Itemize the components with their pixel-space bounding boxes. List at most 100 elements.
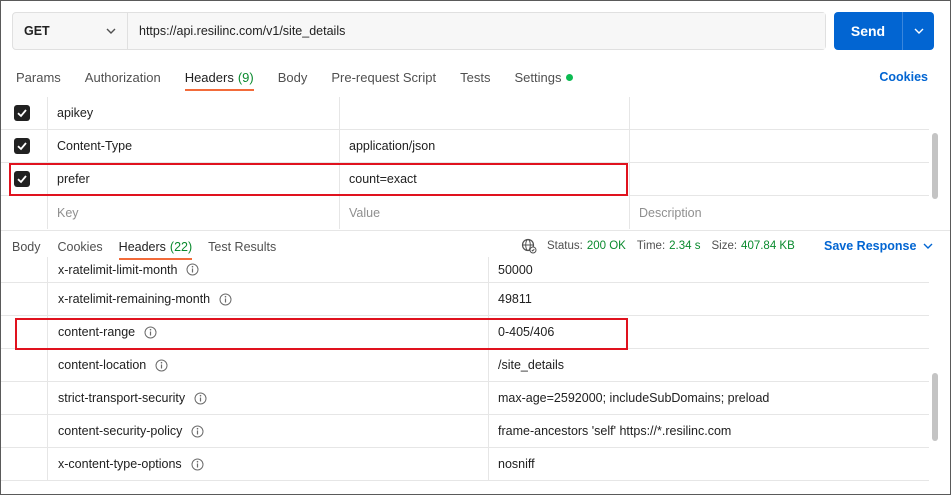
tab-label: Pre-request Script (331, 69, 437, 85)
save-response-label: Save Response (824, 239, 917, 253)
tab-label: Body (12, 239, 41, 254)
request-headers-table: apikey Content-Type application/json pre… (1, 97, 929, 229)
response-header-value: nosniff (498, 457, 535, 471)
send-button-group: Send (834, 12, 934, 50)
chevron-down-icon (923, 243, 933, 249)
response-header-value: 50000 (498, 262, 533, 277)
checkbox-cell (1, 97, 48, 129)
header-key-text: content-location (58, 358, 147, 372)
response-header-key: x-ratelimit-limit-month (48, 257, 489, 282)
header-key-cell[interactable]: apikey (48, 97, 340, 129)
response-header-key: content-location (48, 349, 489, 381)
method-select[interactable]: GET (13, 13, 128, 49)
tab-headers[interactable]: Headers (9) (184, 59, 254, 95)
time-value: 2.34 s (669, 240, 701, 252)
tab-label: Headers (118, 239, 166, 254)
globe-network-icon[interactable] (521, 238, 537, 254)
table-row: x-ratelimit-limit-month 50000 (1, 257, 929, 283)
response-header-value: 49811 (498, 292, 532, 306)
tab-tests[interactable]: Tests (460, 59, 490, 95)
new-description-input[interactable]: Description (630, 196, 929, 229)
row-gutter (1, 382, 48, 414)
row-gutter (1, 448, 48, 480)
header-key-text: strict-transport-security (58, 391, 186, 405)
row-gutter (1, 415, 48, 447)
header-key-text: content-range (58, 325, 136, 339)
table-row: content-security-policy frame-ancestors … (1, 415, 929, 448)
header-description-cell[interactable] (630, 97, 929, 129)
header-key-cell[interactable]: prefer (48, 163, 340, 195)
header-value-cell[interactable]: application/json (340, 130, 630, 162)
tab-params[interactable]: Params (16, 59, 61, 95)
response-header-key: strict-transport-security (48, 382, 489, 414)
table-row: x-ratelimit-remaining-month 49811 (1, 283, 929, 316)
info-icon[interactable] (191, 425, 204, 438)
tab-count: (22) (169, 239, 193, 254)
request-tabs: Params Authorization Headers (9) Body Pre… (1, 59, 950, 95)
time-label: Time: (636, 240, 666, 252)
info-icon[interactable] (186, 263, 199, 276)
request-bar: GET https://api.resilinc.com/v1/site_det… (12, 12, 826, 50)
header-value-cell[interactable] (340, 97, 630, 129)
new-key-input[interactable]: Key (48, 196, 340, 229)
tab-label: Settings (514, 69, 562, 85)
response-header-key: x-content-type-options (48, 448, 489, 480)
send-button[interactable]: Send (834, 12, 902, 50)
info-icon[interactable] (194, 392, 207, 405)
row-gutter (1, 349, 48, 381)
tab-label: Params (16, 69, 61, 85)
header-key-cell[interactable]: Content-Type (48, 130, 340, 162)
method-label: GET (24, 24, 50, 38)
response-header-value: 0-405/406 (498, 325, 555, 339)
request-headers-scrollbar[interactable] (932, 97, 940, 230)
tab-settings[interactable]: Settings (514, 59, 574, 95)
send-options-button[interactable] (902, 12, 934, 50)
table-row: strict-transport-security max-age=259200… (1, 382, 929, 415)
info-icon[interactable] (191, 458, 204, 471)
response-header-key: content-security-policy (48, 415, 489, 447)
table-row: content-range 0-405/406 (1, 316, 929, 349)
table-row: Content-Type application/json (1, 130, 929, 163)
response-headers-table: x-ratelimit-limit-month 50000 x-ratelimi… (1, 257, 929, 481)
response-headers-scrollbar[interactable] (932, 263, 940, 494)
scrollbar-thumb[interactable] (932, 373, 938, 441)
tab-body[interactable]: Body (278, 59, 308, 95)
checkbox-cell (1, 130, 48, 162)
postman-request-window: GET https://api.resilinc.com/v1/site_det… (0, 0, 951, 495)
info-icon[interactable] (155, 359, 168, 372)
row-gutter (1, 283, 48, 315)
header-enabled-checkbox[interactable] (13, 138, 30, 154)
response-header-key: x-ratelimit-remaining-month (48, 283, 489, 315)
header-enabled-checkbox[interactable] (13, 171, 30, 187)
url-input[interactable]: https://api.resilinc.com/v1/site_details (128, 13, 825, 49)
new-value-input[interactable]: Value (340, 196, 630, 229)
tab-label: Authorization (84, 69, 161, 85)
tab-count: (9) (237, 69, 254, 85)
tab-authorization[interactable]: Authorization (85, 59, 161, 95)
header-key-text: x-content-type-options (58, 457, 182, 471)
response-header-key: content-range (48, 316, 489, 348)
checkbox-cell (1, 163, 48, 195)
response-header-value: /site_details (498, 358, 565, 372)
chevron-down-icon (106, 28, 116, 34)
tab-label: Headers (184, 69, 234, 85)
header-key-text: x-ratelimit-limit-month (58, 262, 178, 277)
header-description-cell[interactable] (630, 163, 929, 195)
tab-label: Tests (460, 69, 491, 85)
header-value-cell[interactable]: count=exact (340, 163, 630, 195)
info-icon[interactable] (144, 326, 157, 339)
tab-label: Body (277, 69, 308, 85)
response-header-value: max-age=2592000; includeSubDomains; prel… (498, 391, 770, 405)
header-enabled-checkbox[interactable] (13, 105, 30, 121)
tab-pre-request-script[interactable]: Pre-request Script (331, 59, 436, 95)
chevron-down-icon (914, 28, 923, 34)
scrollbar-thumb[interactable] (932, 133, 938, 199)
checkmark-icon (16, 142, 27, 151)
table-row: x-content-type-options nosniff (1, 448, 929, 481)
table-row: content-location /site_details (1, 349, 929, 382)
cookies-link[interactable]: Cookies (879, 59, 928, 95)
info-icon[interactable] (219, 293, 232, 306)
status-label: Status: (547, 240, 583, 252)
header-description-cell[interactable] (630, 130, 929, 162)
response-header-value: frame-ancestors 'self' https://*.resilin… (498, 424, 732, 438)
